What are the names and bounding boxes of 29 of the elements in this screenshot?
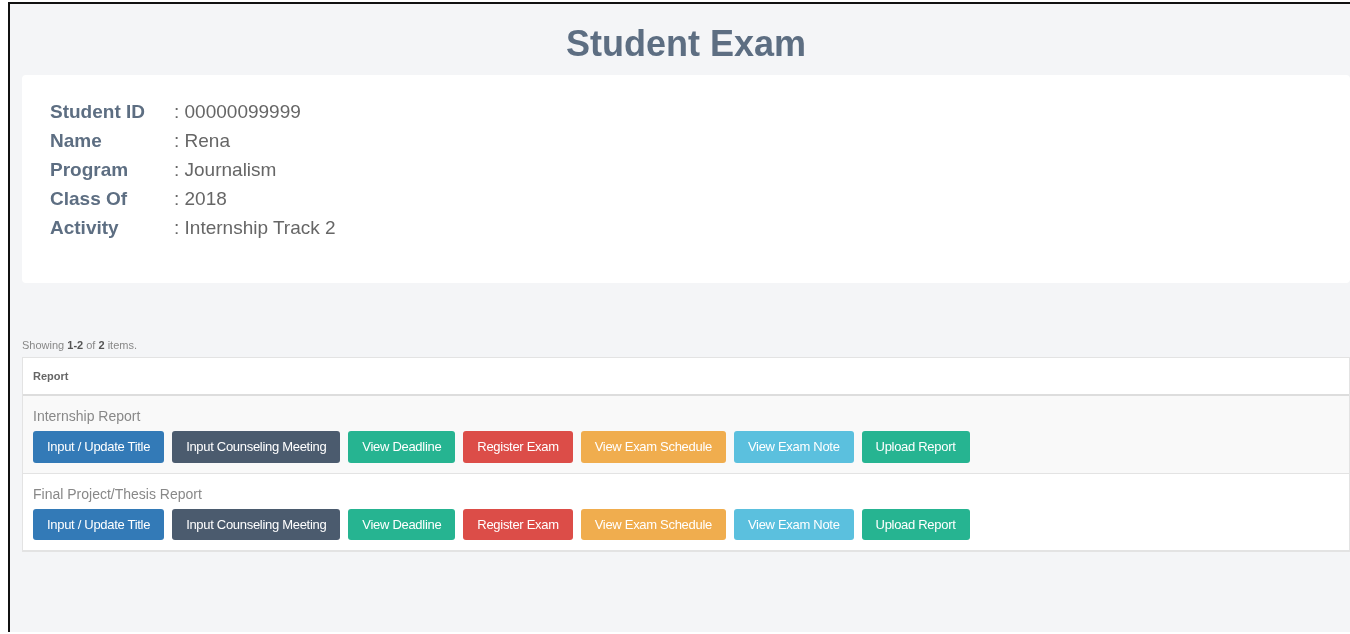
action-button[interactable]: Register Exam	[463, 431, 573, 463]
field-label: Program	[50, 158, 130, 183]
action-button[interactable]: View Exam Note	[733, 431, 854, 463]
action-button[interactable]: Input Counseling Meeting	[172, 431, 341, 463]
action-button[interactable]: View Exam Schedule	[580, 508, 726, 541]
action-button[interactable]: View Exam Note	[733, 508, 854, 541]
action-button[interactable]: View Deadline	[348, 508, 456, 541]
field-value: : Journalism	[174, 158, 277, 183]
action-button[interactable]: Input / Update Title	[33, 431, 165, 463]
field-value: : 00000099999	[174, 100, 301, 125]
action-button[interactable]: Input Counseling Meeting	[172, 508, 341, 541]
action-button[interactable]: Upload Report	[861, 431, 970, 463]
action-button[interactable]: Upload Report	[861, 508, 970, 541]
field-label: Student ID	[50, 100, 146, 125]
field-label: Name	[50, 129, 103, 154]
field-value: : Rena	[174, 129, 230, 154]
report-name: Final Project/Thesis Report	[33, 484, 203, 504]
field-label: Class Of	[50, 187, 129, 212]
action-button[interactable]: View Exam Schedule	[580, 431, 726, 463]
field-value: : Internship Track 2	[174, 216, 336, 241]
action-button[interactable]: Input / Update Title	[33, 508, 165, 541]
column-header: Report	[33, 369, 69, 382]
action-button[interactable]: View Deadline	[348, 431, 456, 463]
field-label: Activity	[50, 216, 120, 241]
report-name: Internship Report	[33, 407, 142, 427]
action-button[interactable]: Register Exam	[463, 508, 573, 541]
field-value: : 2018	[174, 187, 227, 212]
page-title: Student Exam	[564, 22, 807, 66]
summary-text: Showing 1-2 of 2 items.	[22, 338, 138, 354]
